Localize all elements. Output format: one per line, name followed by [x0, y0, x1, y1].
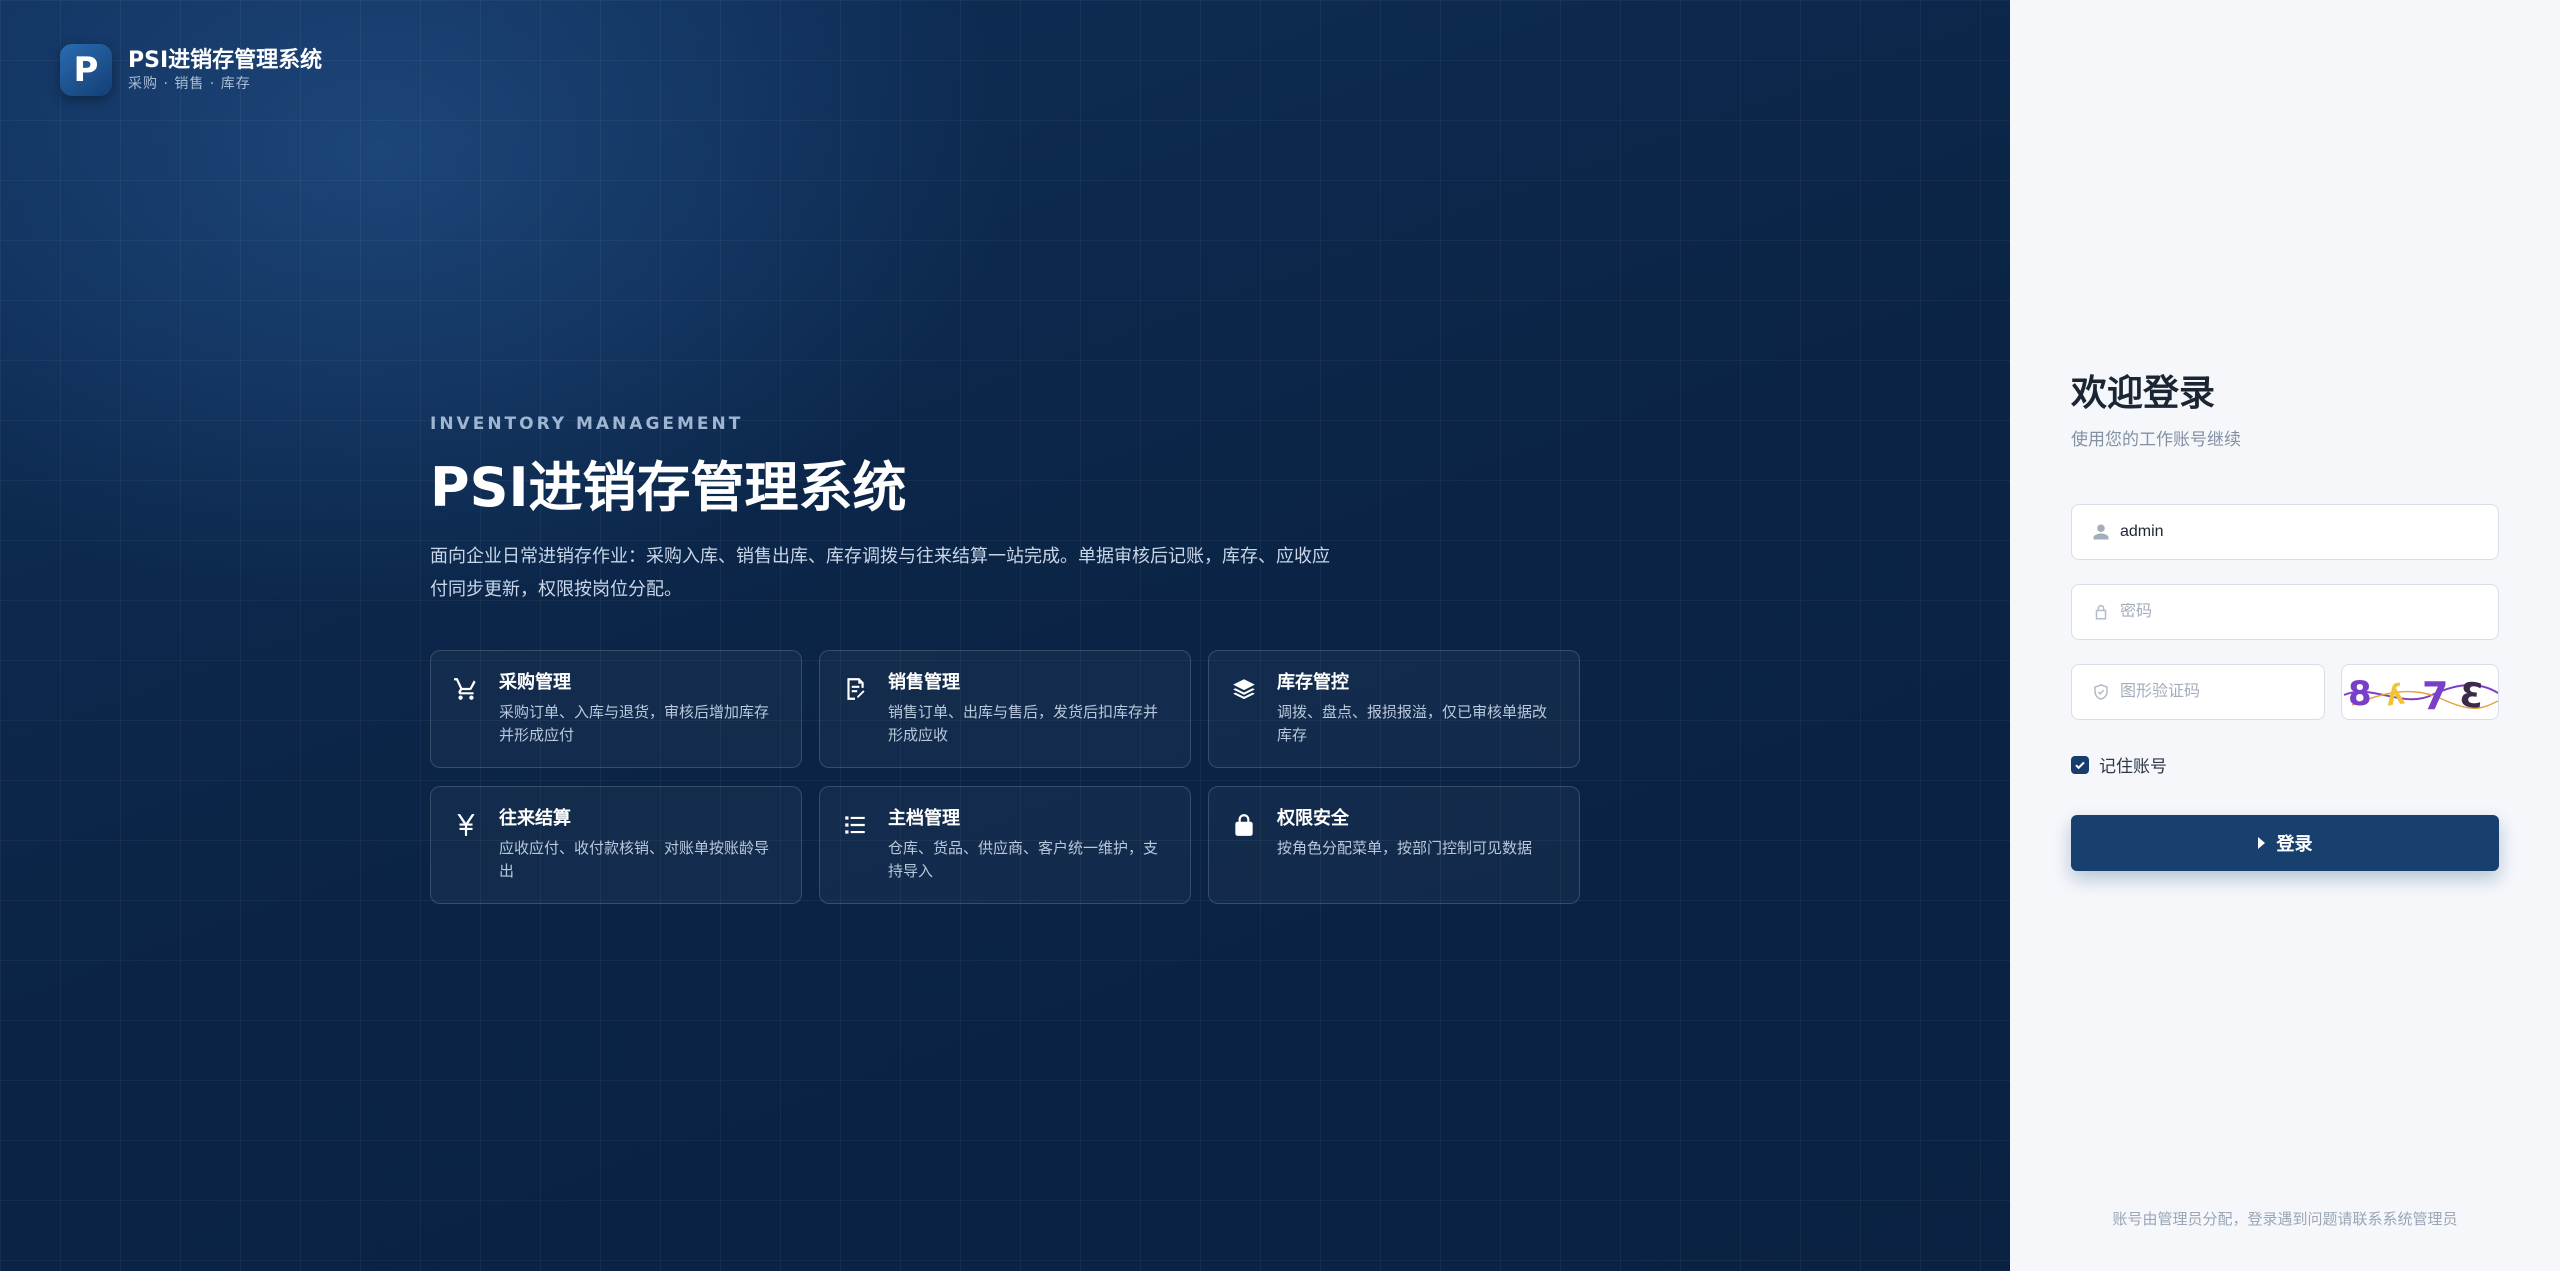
- receipt-edit-icon: [840, 674, 870, 704]
- play-icon: [2257, 837, 2265, 849]
- password-input[interactable]: [2120, 603, 2498, 621]
- feature-desc: 调拨、盘点、报损报溢，仅已审核单据改库存: [1277, 703, 1548, 744]
- remember-checkbox[interactable]: 记住账号: [2071, 752, 2499, 777]
- captcha-field[interactable]: [2071, 664, 2325, 720]
- remember-label: 记住账号: [2099, 757, 2167, 777]
- captcha-image[interactable]: 8 ʎ 7 Ɛ: [2341, 664, 2499, 720]
- feature-card-inventory: 库存管控 调拨、盘点、报损报溢，仅已审核单据改库存: [1208, 650, 1580, 768]
- password-field[interactable]: [2071, 584, 2499, 640]
- feature-card-purchase: 采购管理 采购订单、入库与退货，审核后增加库存并形成应付: [430, 650, 802, 768]
- brand-name: PSI进销存管理系统: [128, 48, 323, 73]
- lock-icon: [2095, 604, 2107, 620]
- username-input[interactable]: [2120, 523, 2498, 541]
- svg-text:8: 8: [2348, 674, 2372, 714]
- feature-desc: 按角色分配菜单，按部门控制可见数据: [1277, 839, 1533, 857]
- grid-background: [0, 0, 2010, 1271]
- brand-logo: P: [60, 44, 112, 96]
- hero-eyebrow: INVENTORY MANAGEMENT: [430, 414, 744, 434]
- feature-title: 采购管理: [499, 672, 571, 693]
- feature-cards: 采购管理 采购订单、入库与退货，审核后增加库存并形成应付 销售管理 销售订单、出…: [430, 650, 1580, 904]
- user-icon: [2093, 524, 2109, 540]
- username-field[interactable]: [2071, 504, 2499, 560]
- yen-icon: [451, 810, 481, 840]
- cart-icon: [451, 674, 481, 704]
- feature-title: 库存管控: [1277, 672, 1349, 693]
- feature-title: 销售管理: [888, 672, 960, 693]
- layers-icon: [1229, 674, 1259, 704]
- shield-check-icon: [2094, 684, 2108, 700]
- brand-tagline: 采购 · 销售 · 库存: [128, 76, 251, 92]
- hero-panel: P PSI进销存管理系统 采购 · 销售 · 库存 INVENTORY MANA…: [0, 0, 2010, 1271]
- feature-desc: 销售订单、出库与售后，发货后扣库存并形成应收: [888, 703, 1159, 744]
- feature-card-master-data: 主档管理 仓库、货品、供应商、客户统一维护，支持导入: [819, 786, 1191, 904]
- hero-description: 面向企业日常进销存作业：采购入库、销售出库、库存调拨与往来结算一站完成。单据审核…: [430, 546, 1330, 600]
- login-button[interactable]: 登录: [2071, 815, 2499, 871]
- feature-desc: 仓库、货品、供应商、客户统一维护，支持导入: [888, 839, 1159, 880]
- hero-title: PSI进销存管理系统: [430, 456, 907, 519]
- login-panel: 欢迎登录 使用您的工作账号继续 8 ʎ 7 Ɛ: [2010, 0, 2560, 1271]
- feature-title: 权限安全: [1277, 808, 1349, 829]
- checkbox-checked-icon[interactable]: [2071, 755, 2089, 774]
- svg-text:7: 7: [2422, 674, 2448, 718]
- login-form: 欢迎登录 使用您的工作账号继续 8 ʎ 7 Ɛ: [2071, 370, 2499, 871]
- lock-icon: [1229, 810, 1259, 840]
- svg-text:Ɛ: Ɛ: [2458, 675, 2486, 717]
- captcha-input[interactable]: [2120, 683, 2324, 701]
- brand: P PSI进销存管理系统 采购 · 销售 · 库存: [60, 44, 322, 96]
- login-subtitle: 使用您的工作账号继续: [2071, 430, 2241, 450]
- captcha-row: 8 ʎ 7 Ɛ: [2071, 664, 2499, 720]
- feature-card-security: 权限安全 按角色分配菜单，按部门控制可见数据: [1208, 786, 1580, 904]
- hero-content: INVENTORY MANAGEMENT PSI进销存管理系统 面向企业日常进销…: [430, 414, 1590, 606]
- feature-desc: 采购订单、入库与退货，审核后增加库存并形成应付: [499, 703, 770, 744]
- feature-title: 主档管理: [888, 808, 960, 829]
- login-button-label: 登录: [2276, 834, 2313, 855]
- feature-title: 往来结算: [499, 808, 571, 829]
- list-icon: [840, 810, 870, 840]
- feature-desc: 应收应付、收付款核销、对账单按账龄导出: [499, 839, 770, 880]
- footer-note: 账号由管理员分配，登录遇到问题请联系系统管理员: [2112, 1210, 2458, 1228]
- feature-card-settlement: 往来结算 应收应付、收付款核销、对账单按账龄导出: [430, 786, 802, 904]
- feature-card-sales: 销售管理 销售订单、出库与售后，发货后扣库存并形成应收: [819, 650, 1191, 768]
- login-title: 欢迎登录: [2071, 373, 2216, 414]
- svg-text:ʎ: ʎ: [2384, 677, 2407, 712]
